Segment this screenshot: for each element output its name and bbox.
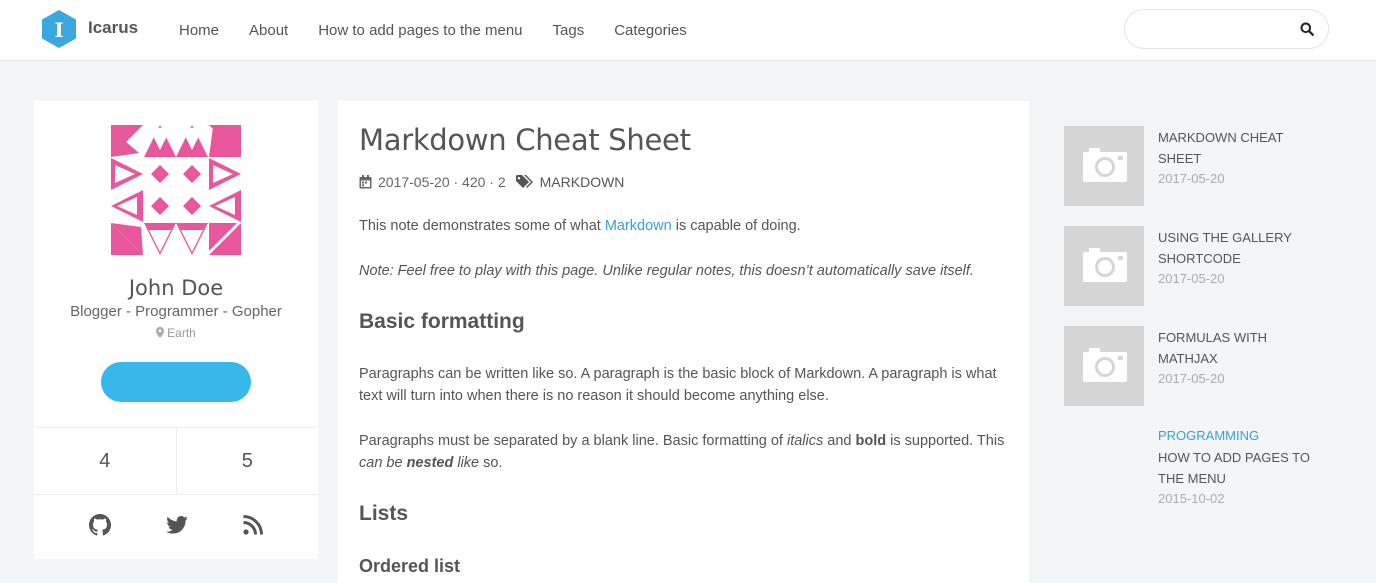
recent-post-category[interactable]: PROGRAMMING	[1158, 428, 1259, 443]
recent-post-date: 2017-05-20	[1158, 171, 1225, 186]
title-line-1: MARKDOWN CHEAT	[1158, 130, 1284, 145]
recent-post-2[interactable]: USING THE GALLERY SHORTCODE 2017-05-20	[1064, 226, 1344, 306]
intro-text-end: is capable of doing.	[671, 218, 801, 234]
heading-ordered-list: Ordered list	[359, 556, 461, 576]
para2-text-c: is supported. This	[886, 433, 1005, 449]
stat-categories[interactable]: 5	[175, 428, 319, 494]
post-thumbnail[interactable]	[1064, 226, 1144, 306]
title-line-2: SHEET	[1158, 151, 1202, 166]
search-icon[interactable]	[1300, 22, 1314, 36]
camera-icon	[1083, 348, 1127, 382]
post-thumbnail[interactable]	[1064, 126, 1144, 206]
rss-icon[interactable]	[242, 514, 263, 540]
article-meta: 2017-05-20 · 420 · 2 MARKDOWN	[359, 174, 624, 190]
recent-post-title[interactable]: FORMULAS WITH MATHJAX	[1158, 327, 1318, 369]
avatar	[111, 125, 241, 255]
paragraph-2: Paragraphs must be separated by a blank …	[359, 430, 1009, 474]
recent-post-date: 2017-05-20	[1158, 271, 1225, 286]
recent-post-title[interactable]: MARKDOWN CHEAT SHEET	[1158, 127, 1318, 169]
para2-like: like	[453, 455, 480, 471]
nav-tags[interactable]: Tags	[538, 22, 600, 39]
stat-posts[interactable]: 4	[34, 428, 176, 494]
para2-end: so.	[479, 455, 503, 471]
brand-name[interactable]: Icarus	[88, 18, 138, 38]
tags-icon	[515, 175, 533, 188]
nav-about[interactable]: About	[234, 22, 303, 39]
recent-post-title[interactable]: USING THE GALLERY SHORTCODE	[1158, 227, 1318, 269]
article-date-info: 2017-05-20 · 420 · 2	[378, 174, 506, 190]
recent-post-title[interactable]: HOW TO ADD PAGES TO THE MENU	[1158, 447, 1328, 489]
para2-text-a: Paragraphs must be separated by a blank …	[359, 433, 787, 449]
social-links	[34, 495, 318, 559]
para2-bold: bold	[855, 433, 887, 449]
para2-text-b: and	[823, 433, 856, 449]
search-box	[1124, 9, 1329, 49]
article-note: Note: Feel free to play with this page. …	[359, 263, 974, 279]
recent-post-4[interactable]: PROGRAMMING HOW TO ADD PAGES TO THE MENU …	[1064, 428, 1344, 508]
profile-location: Earth	[34, 326, 318, 340]
twitter-icon[interactable]	[166, 515, 188, 539]
para2-italics: italics	[786, 433, 824, 449]
article-title[interactable]: Markdown Cheat Sheet	[359, 123, 691, 157]
follow-button[interactable]	[101, 362, 251, 402]
post-thumbnail[interactable]	[1064, 326, 1144, 406]
nav-how-to-add-pages[interactable]: How to add pages to the menu	[303, 22, 537, 39]
article-intro: This note demonstrates some of what Mark…	[359, 215, 1009, 237]
main-nav: Home About How to add pages to the menu …	[164, 0, 702, 60]
para2-can-be: can be	[359, 455, 407, 471]
article-card: Markdown Cheat Sheet 2017-05-20 · 420 · …	[338, 101, 1029, 583]
recent-post-date: 2015-10-02	[1158, 491, 1225, 506]
title-line-2: SHORTCODE	[1158, 251, 1241, 266]
title-line-1: FORMULAS WITH	[1158, 330, 1268, 345]
map-marker-icon	[156, 327, 165, 338]
search-input[interactable]	[1141, 18, 1291, 40]
profile-stats: 4 5	[34, 427, 318, 495]
recent-post-3[interactable]: FORMULAS WITH MATHJAX 2017-05-20	[1064, 326, 1344, 406]
camera-icon	[1083, 148, 1127, 182]
profile-card: John Doe Blogger - Programmer - Gopher E…	[34, 101, 318, 559]
para2-nested: nested	[406, 455, 454, 471]
title-line-2: THE MENU	[1158, 471, 1226, 486]
title-line-2: MATHJAX	[1158, 351, 1218, 366]
title-line-1: HOW TO ADD PAGES TO	[1158, 450, 1310, 465]
title-line-1: USING THE GALLERY	[1158, 230, 1292, 245]
nav-home[interactable]: Home	[164, 22, 234, 39]
location-text: Earth	[167, 326, 196, 340]
calendar-icon	[359, 175, 372, 189]
github-icon[interactable]	[89, 513, 112, 541]
nav-categories[interactable]: Categories	[599, 22, 702, 39]
top-navbar: I Icarus Home About How to add pages to …	[0, 0, 1376, 61]
para2-nested-italic: can be nested like	[359, 455, 479, 471]
heading-basic-formatting: Basic formatting	[359, 310, 525, 333]
camera-icon	[1083, 248, 1127, 282]
markdown-link[interactable]: Markdown	[605, 218, 672, 234]
intro-text: This note demonstrates some of what	[359, 218, 605, 234]
profile-tagline: Blogger - Programmer - Gopher	[70, 303, 282, 320]
article-tag-link[interactable]: MARKDOWN	[540, 174, 625, 190]
recent-post-1[interactable]: MARKDOWN CHEAT SHEET 2017-05-20	[1064, 126, 1344, 206]
heading-lists: Lists	[359, 502, 409, 525]
paragraph-1: Paragraphs can be written like so. A par…	[359, 366, 997, 404]
svg-text:I: I	[54, 18, 63, 42]
recent-post-date: 2017-05-20	[1158, 371, 1225, 386]
profile-name: John Doe	[128, 276, 224, 300]
icarus-logo-icon[interactable]: I	[40, 9, 78, 49]
